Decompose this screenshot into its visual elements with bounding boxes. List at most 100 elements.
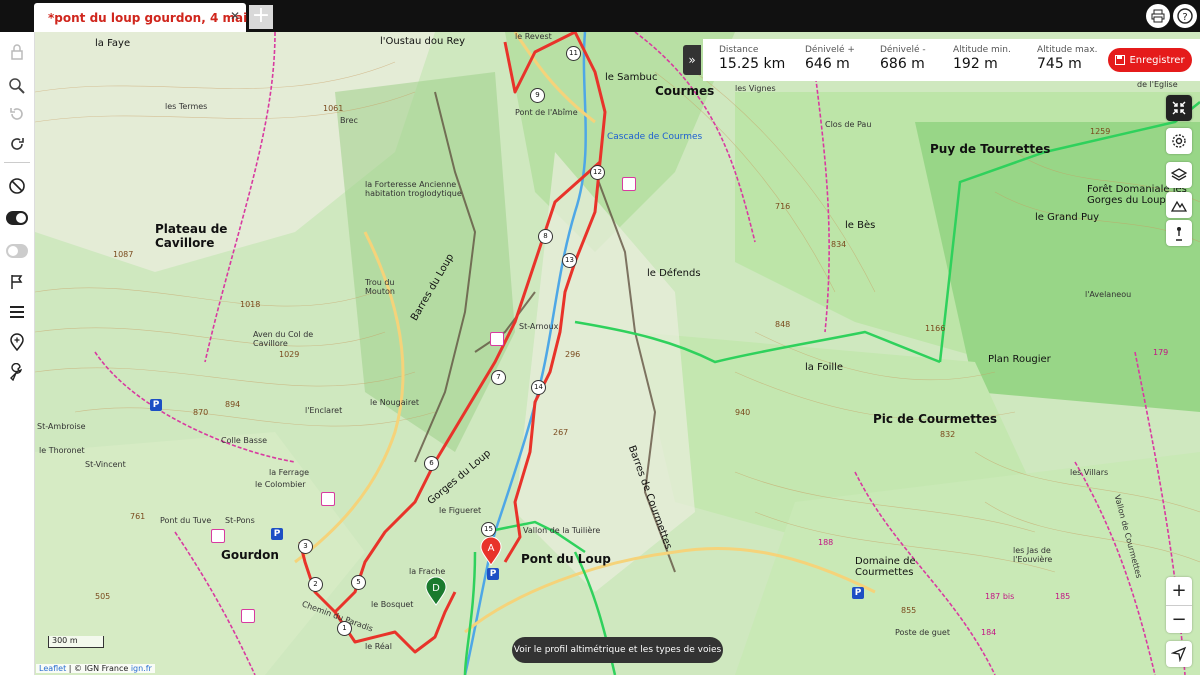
tools-button[interactable] <box>3 358 31 386</box>
collapse-stats-button[interactable]: » <box>683 45 701 75</box>
collapse-arrows-icon <box>1172 101 1186 115</box>
document-tab[interactable]: *pont du loup gourdon, 4 mai 23 ✕ <box>34 3 268 32</box>
visibility-button[interactable] <box>3 237 31 265</box>
parking-icon: P <box>852 587 864 599</box>
left-toolbar <box>0 32 35 675</box>
map-scale: 300 m <box>48 636 104 648</box>
waypoint-marker[interactable]: 8 <box>538 229 553 244</box>
trail-number: 187 bis <box>985 592 1015 601</box>
waypoint-marker[interactable]: 6 <box>424 456 439 471</box>
no-entry-button[interactable] <box>3 172 31 200</box>
map-label: les Termes <box>165 102 208 111</box>
map-label: Pic de Courmettes <box>873 412 998 426</box>
stat-label: Altitude min. <box>953 45 1011 55</box>
toggle-layer-button[interactable] <box>3 204 31 232</box>
leaflet-link[interactable]: Leaflet <box>39 664 66 673</box>
stat-elevation-gain: Dénivelé + 646 m <box>805 45 855 72</box>
help-button[interactable]: ? <box>1173 4 1197 28</box>
poi-marker[interactable] <box>490 332 504 346</box>
altitude-label: 296 <box>565 350 581 359</box>
fullscreen-button[interactable] <box>1166 95 1192 121</box>
map-label: la Faye <box>95 38 131 49</box>
waypoint-marker[interactable]: 5 <box>351 575 366 590</box>
end-marker-label: D <box>432 583 440 594</box>
zoom-out-button[interactable]: − <box>1166 606 1192 634</box>
poi-marker[interactable] <box>241 609 255 623</box>
map-label: Brec <box>340 116 358 125</box>
altitude-label: 267 <box>553 428 569 437</box>
altitude-label: 1087 <box>113 250 134 259</box>
map-label: l'Avelaneou <box>1085 290 1132 299</box>
settings-button[interactable] <box>1166 128 1192 154</box>
waypoint-marker[interactable]: 1 <box>337 621 352 636</box>
start-marker[interactable]: A <box>479 536 503 566</box>
stat-value: 646 m <box>805 56 850 72</box>
stat-altitude-min: Altitude min. 192 m <box>953 45 1011 72</box>
attribution-text: | © IGN France <box>66 664 131 673</box>
map-label: la Forteresse Ancienne habitation troglo… <box>365 180 462 198</box>
map-label: Vallon de la Tuilière <box>523 526 601 535</box>
poi-marker[interactable] <box>321 492 335 506</box>
redo-button[interactable] <box>3 130 31 158</box>
waypoint-marker[interactable]: 14 <box>531 380 546 395</box>
end-marker[interactable]: D <box>424 576 448 606</box>
poi-marker[interactable] <box>622 177 636 191</box>
map-label: St-Pons <box>225 516 255 525</box>
map-label: le Défends <box>647 268 701 279</box>
map-label: le Sambuc <box>605 72 658 83</box>
map-label: St-Vincent <box>85 460 126 469</box>
map-label: Courmes <box>655 84 715 98</box>
map-label: les Vignes <box>735 84 776 93</box>
undo-button[interactable] <box>3 100 31 128</box>
waypoint-marker[interactable]: 2 <box>308 577 323 592</box>
map-label: l'Enclaret <box>305 406 343 415</box>
stat-elevation-loss: Dénivelé - 686 m <box>880 45 926 72</box>
menu-button[interactable] <box>3 298 31 326</box>
map-label: les Villars <box>1070 468 1109 477</box>
map-label: le Nougairet <box>370 398 420 407</box>
map-label: Plateau de Cavillore <box>155 222 228 250</box>
zoom-in-button[interactable]: + <box>1166 577 1192 606</box>
map-label: le Thoronet <box>39 446 85 455</box>
map-canvas[interactable]: la Faye l'Oustau dou Rey le Revest le Sa… <box>35 32 1200 675</box>
flag-icon <box>11 275 23 289</box>
trail-number: 179 <box>1153 348 1169 357</box>
toggle-icon <box>6 211 28 225</box>
print-button[interactable] <box>1146 4 1170 28</box>
add-marker-button[interactable] <box>3 328 31 356</box>
trail-number: 188 <box>818 538 834 547</box>
svg-text:?: ? <box>1182 12 1187 23</box>
waypoint-marker[interactable]: 9 <box>530 88 545 103</box>
waypoint-marker[interactable]: 12 <box>590 165 605 180</box>
map-label: St-Ambroise <box>37 422 86 431</box>
lock-button[interactable] <box>3 38 31 66</box>
layers-button[interactable] <box>1166 162 1192 188</box>
stat-label: Dénivelé - <box>880 45 926 55</box>
save-button[interactable]: Enregistrer <box>1108 48 1192 72</box>
waypoint-marker[interactable]: 7 <box>491 370 506 385</box>
map-label: de l'Eglise <box>1137 80 1178 89</box>
waypoint-marker[interactable]: 13 <box>562 253 577 268</box>
map-label: Pont du Tuve <box>160 516 212 525</box>
elevation-profile-button[interactable]: Voir le profil altimétrique et les types… <box>512 637 723 663</box>
waypoint-marker[interactable]: 15 <box>481 522 496 537</box>
mountain-icon <box>1171 200 1187 212</box>
zoom-search-button[interactable] <box>3 72 31 100</box>
waypoint-marker[interactable]: 3 <box>298 539 313 554</box>
hiker-button[interactable] <box>1166 220 1192 246</box>
new-tab-button[interactable]: + <box>249 5 273 29</box>
locate-button[interactable] <box>1166 641 1192 667</box>
close-tab-icon[interactable]: ✕ <box>228 9 242 23</box>
poi-marker[interactable] <box>211 529 225 543</box>
parking-icon: P <box>150 399 162 411</box>
ign-link[interactable]: ign.fr <box>131 664 152 673</box>
save-button-label: Enregistrer <box>1129 54 1185 66</box>
altitude-label: 761 <box>130 512 146 521</box>
waypoint-marker[interactable]: 11 <box>566 46 581 61</box>
terrain-button[interactable] <box>1166 192 1192 218</box>
trail-number: 184 <box>981 628 997 637</box>
lock-icon <box>11 44 23 60</box>
flags-button[interactable] <box>3 268 31 296</box>
map-label: les Jas de l'Eouvière <box>1013 546 1053 564</box>
map-label: le Revest <box>515 32 552 41</box>
